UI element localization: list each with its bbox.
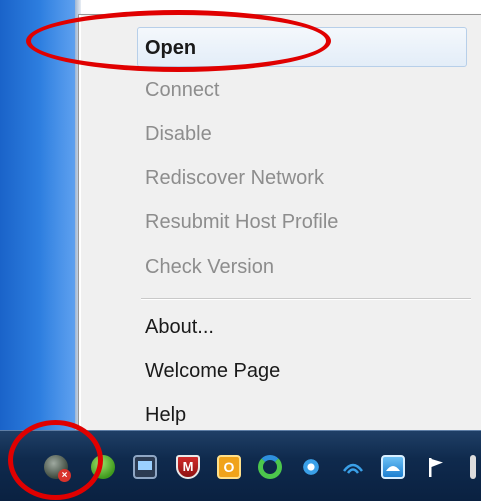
menu-item-rediscover-network: Rediscover Network	[145, 167, 324, 189]
cloud-icon[interactable]	[381, 455, 405, 479]
desktop-background	[0, 0, 75, 430]
mcafee-icon[interactable]: M	[176, 455, 200, 479]
menu-item-about[interactable]: About...	[141, 307, 467, 347]
tray-overflow-icon[interactable]	[470, 455, 476, 479]
menu-item-welcome-page[interactable]: Welcome Page	[141, 351, 467, 391]
network-client-icon[interactable]: ×	[44, 455, 71, 482]
menu-separator	[141, 298, 471, 300]
taskbar: × M O	[0, 430, 481, 501]
chat-icon[interactable]	[91, 455, 115, 479]
menu-item-connect: Connect	[145, 79, 220, 101]
action-center-flag-icon[interactable]	[424, 455, 448, 479]
error-badge-icon: ×	[58, 469, 71, 482]
menu-item-resubmit-host-profile: Resubmit Host Profile	[145, 211, 339, 233]
sync-icon[interactable]	[258, 455, 282, 479]
network-diagnostics-icon[interactable]	[299, 455, 323, 479]
office-icon[interactable]: O	[217, 455, 241, 479]
menu-item-disable: Disable	[145, 123, 212, 145]
tray-context-menu: Open Connect Disable Rediscover Network …	[78, 14, 481, 438]
menu-gutter-line	[79, 15, 81, 438]
network-monitor-icon[interactable]	[133, 455, 157, 479]
menu-item-check-version: Check Version	[145, 256, 274, 278]
desktop-sheen	[40, 0, 75, 430]
menu-item-help[interactable]: Help	[141, 395, 467, 435]
wifi-icon[interactable]	[341, 455, 365, 479]
menu-item-open[interactable]: Open	[137, 27, 467, 67]
